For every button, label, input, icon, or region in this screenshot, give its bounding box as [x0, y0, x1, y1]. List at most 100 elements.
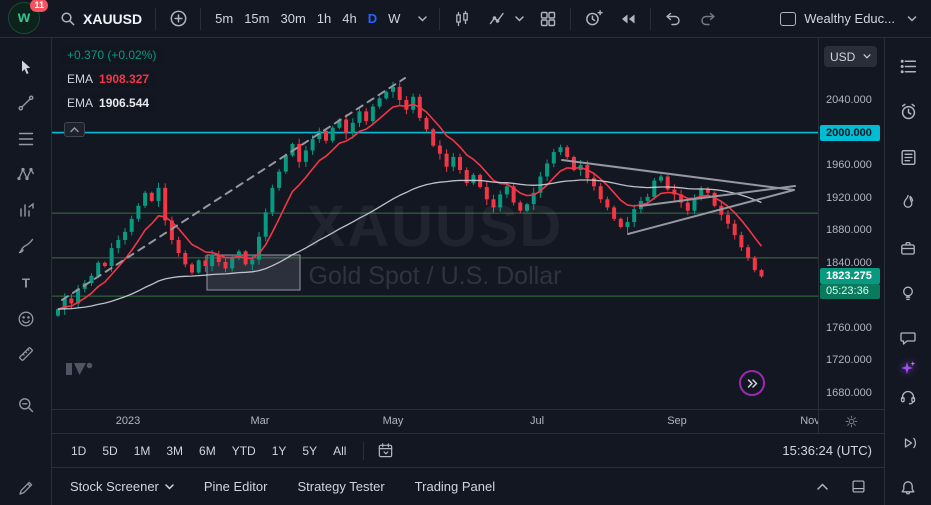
currency-dropdown[interactable]: USD — [824, 46, 877, 67]
chart-column: XAUUSD Gold Spot / U.S. Dollar +0.370 (+… — [52, 38, 884, 505]
tab-strategy-tester[interactable]: Strategy Tester — [297, 479, 384, 494]
compare-add-icon[interactable] — [165, 6, 191, 32]
main-area: T XAUUSD Gold Spot / U.S. Dollar — [0, 38, 931, 505]
price-alert-label-2000[interactable]: 2000.000 — [820, 125, 880, 141]
text-tool-icon[interactable]: T — [11, 268, 41, 298]
time-axis[interactable]: 2023MarMayJulSepNov — [52, 409, 884, 433]
chat-icon[interactable] — [894, 325, 922, 351]
range-6m[interactable]: 6M — [192, 441, 223, 461]
gear-icon — [845, 415, 858, 428]
interval-15m[interactable]: 15m — [239, 8, 274, 29]
tradingview-watermark-icon[interactable] — [66, 358, 96, 383]
chart-canvas[interactable]: XAUUSD Gold Spot / U.S. Dollar +0.370 (+… — [52, 38, 818, 409]
tradingview-app: w 11 XAUUSD 5m15m30m1h4hDW — [0, 0, 931, 505]
panel-restore-icon[interactable] — [848, 477, 868, 497]
save-layout-icon[interactable] — [780, 12, 796, 26]
symbol-search-button[interactable]: XAUUSD — [53, 7, 146, 31]
range-all[interactable]: All — [326, 441, 353, 461]
left-toolbar: T — [0, 38, 52, 505]
price-tick: 1960.000 — [826, 158, 872, 172]
indicator-legend-ema-1[interactable]: EMA1908.327 — [60, 70, 156, 88]
trend-line-tool-icon[interactable] — [11, 88, 41, 118]
zoom-tool-icon[interactable] — [11, 390, 41, 420]
right-sidebar — [884, 38, 931, 505]
alert-add-icon[interactable] — [580, 6, 606, 32]
go-to-date-icon[interactable] — [374, 440, 396, 462]
bottom-tabs: Stock Screener Pine Editor Strategy Tester… — [52, 467, 884, 505]
time-axis-labels[interactable]: 2023MarMayJulSepNov — [52, 410, 818, 433]
streams-play-icon[interactable] — [894, 430, 922, 456]
candlestick-chart-svg[interactable] — [52, 38, 818, 409]
top-toolbar: w 11 XAUUSD 5m15m30m1h4hDW — [0, 0, 931, 38]
interval-1h[interactable]: 1h — [312, 8, 336, 29]
interval-buttons: 5m15m30m1h4hDW — [210, 8, 405, 29]
ema-slow-value: 1906.544 — [99, 96, 149, 110]
range-1m[interactable]: 1M — [127, 441, 158, 461]
emoji-tool-icon[interactable] — [11, 304, 41, 334]
time-axis-label: Nov — [800, 415, 818, 427]
tab-stock-screener[interactable]: Stock Screener — [70, 479, 174, 494]
legend-collapse-button[interactable] — [64, 122, 85, 137]
brush-tool-icon[interactable] — [11, 231, 41, 261]
calendar-briefcase-icon[interactable] — [894, 235, 922, 261]
toolbar-divider — [570, 8, 571, 30]
time-axis-label: Sep — [667, 415, 687, 427]
interval-4h[interactable]: 4h — [337, 8, 361, 29]
tab-label: Trading Panel — [415, 479, 495, 494]
edit-pencil-icon[interactable] — [11, 473, 41, 503]
range-1y[interactable]: 1Y — [265, 441, 294, 461]
cursor-tool-icon[interactable] — [11, 52, 41, 82]
range-1d[interactable]: 1D — [64, 441, 93, 461]
bottom-tabs-controls — [812, 477, 868, 497]
range-ytd[interactable]: YTD — [225, 441, 263, 461]
tab-trading-panel[interactable]: Trading Panel — [415, 479, 495, 494]
go-to-realtime-button[interactable] — [739, 370, 765, 396]
measure-ruler-tool-icon[interactable] — [11, 339, 41, 369]
ideas-lightbulb-icon[interactable] — [894, 280, 922, 306]
layout-name[interactable]: Wealthy Educ... — [804, 11, 895, 26]
undo-icon[interactable] — [660, 6, 686, 32]
symbol-name: XAUUSD — [83, 11, 142, 27]
ai-sparkle-icon[interactable] — [894, 355, 922, 381]
currency-label: USD — [830, 50, 855, 64]
price-change-text: +0.370 (+0.02%) — [67, 48, 156, 62]
price-tick: 1920.000 — [826, 191, 872, 205]
notifications-bell-icon[interactable] — [894, 475, 922, 501]
app-logo[interactable]: w 11 — [8, 2, 42, 36]
forecast-pattern-tool-icon[interactable] — [11, 195, 41, 225]
tab-pine-editor[interactable]: Pine Editor — [204, 479, 268, 494]
hotlists-flame-icon[interactable] — [894, 189, 922, 215]
support-headset-icon[interactable] — [894, 384, 922, 410]
fib-retracement-tool-icon[interactable] — [11, 124, 41, 154]
time-axis-label: Jul — [530, 415, 544, 427]
news-journal-icon[interactable] — [894, 144, 922, 170]
bar-replay-icon[interactable] — [615, 6, 641, 32]
xabcd-pattern-tool-icon[interactable] — [11, 159, 41, 189]
price-scale[interactable]: USD 2040.0001960.0001920.0001880.0001840… — [818, 38, 884, 409]
range-5y[interactable]: 5Y — [295, 441, 324, 461]
range-3m[interactable]: 3M — [159, 441, 190, 461]
indicator-legend-ema-2[interactable]: EMA1906.544 — [60, 94, 156, 112]
interval-d[interactable]: D — [363, 8, 382, 29]
axis-settings-corner[interactable] — [818, 410, 884, 433]
toolbar-divider — [155, 8, 156, 30]
range-5d[interactable]: 5D — [95, 441, 124, 461]
interval-5m[interactable]: 5m — [210, 8, 238, 29]
tab-label: Stock Screener — [70, 479, 159, 494]
chevron-down-icon — [165, 484, 174, 490]
interval-w[interactable]: W — [383, 8, 405, 29]
watchlist-icon[interactable] — [894, 53, 922, 79]
panel-expand-chevron-icon[interactable] — [812, 477, 832, 497]
interval-menu-chevron-icon[interactable] — [414, 6, 430, 32]
chart-style-candles-icon[interactable] — [449, 6, 475, 32]
indicators-button[interactable] — [484, 6, 526, 32]
account-menu-chevron-icon[interactable] — [903, 6, 921, 32]
redo-icon[interactable] — [695, 6, 721, 32]
price-tick: 1760.000 — [826, 321, 872, 335]
layout-grid-icon[interactable] — [535, 6, 561, 32]
alerts-clock-icon[interactable] — [894, 98, 922, 124]
clock-utc[interactable]: 15:36:24 (UTC) — [782, 443, 872, 458]
interval-30m[interactable]: 30m — [275, 8, 310, 29]
time-axis-label: Mar — [251, 415, 270, 427]
price-tick: 1880.000 — [826, 223, 872, 237]
